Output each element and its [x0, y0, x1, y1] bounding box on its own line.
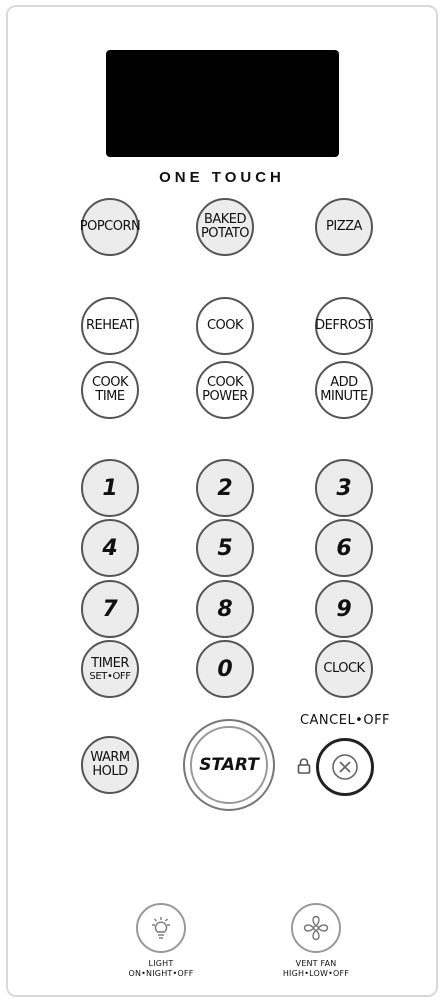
key-1[interactable]: 1	[81, 459, 139, 517]
defrost-button[interactable]: DEFROST	[315, 297, 373, 355]
vent-fan-label: VENT FAN HIGH•LOW•OFF	[282, 959, 350, 978]
reheat-button[interactable]: REHEAT	[81, 297, 139, 355]
key-0-label: 0	[217, 656, 233, 682]
fan-icon	[303, 915, 329, 941]
key-3[interactable]: 3	[315, 459, 373, 517]
key-0[interactable]: 0	[196, 640, 254, 698]
add-minute-button[interactable]: ADD MINUTE	[315, 361, 373, 419]
timer-button[interactable]: TIMER SET•OFF	[81, 640, 139, 698]
key-7[interactable]: 7	[81, 580, 139, 638]
key-9[interactable]: 9	[315, 580, 373, 638]
light-bulb-icon	[152, 917, 170, 939]
key-8-label: 8	[217, 596, 233, 622]
baked-potato-label: BAKED POTATO	[200, 212, 250, 241]
reheat-label: REHEAT	[85, 318, 135, 333]
warm-hold-label: WARM HOLD	[90, 750, 130, 779]
popcorn-label: POPCORN	[79, 219, 141, 234]
timer-label: TIMER	[91, 655, 129, 671]
baked-potato-button[interactable]: BAKED POTATO	[196, 198, 254, 256]
clock-label: CLOCK	[323, 661, 365, 676]
warm-hold-button[interactable]: WARM HOLD	[81, 736, 139, 794]
key-4-label: 4	[102, 535, 118, 561]
key-3-label: 3	[336, 475, 352, 501]
cook-button[interactable]: COOK	[196, 297, 254, 355]
popcorn-button[interactable]: POPCORN	[79, 198, 141, 256]
add-minute-label: ADD MINUTE	[320, 375, 368, 404]
defrost-label: DEFROST	[315, 318, 373, 333]
key-8[interactable]: 8	[196, 580, 254, 638]
timer-sub-label: SET•OFF	[89, 670, 131, 682]
pizza-button[interactable]: PIZZA	[315, 198, 373, 256]
start-button[interactable]: START	[183, 719, 275, 811]
cancel-off-button[interactable]	[316, 738, 374, 796]
light-label: LIGHT ON•NIGHT•OFF	[128, 959, 194, 978]
cancel-off-label: CANCEL•OFF	[299, 713, 391, 728]
light-button[interactable]	[136, 903, 186, 953]
key-5-label: 5	[217, 535, 233, 561]
vent-fan-button[interactable]	[291, 903, 341, 953]
cook-label: COOK	[206, 318, 244, 333]
key-6-label: 6	[336, 535, 352, 561]
clock-button[interactable]: CLOCK	[315, 640, 373, 698]
cook-power-label: COOK POWER	[202, 375, 248, 404]
key-6[interactable]: 6	[315, 519, 373, 577]
lock-icon	[297, 758, 311, 774]
cancel-x-icon	[332, 754, 358, 780]
display-screen	[106, 50, 339, 157]
cook-power-button[interactable]: COOK POWER	[196, 361, 254, 419]
key-5[interactable]: 5	[196, 519, 254, 577]
cook-time-label: COOK TIME	[91, 375, 129, 404]
key-2[interactable]: 2	[196, 459, 254, 517]
timer-label-wrap: TIMER SET•OFF	[89, 643, 131, 696]
key-2-label: 2	[217, 475, 233, 501]
key-7-label: 7	[102, 596, 118, 622]
key-9-label: 9	[336, 596, 352, 622]
key-1-label: 1	[102, 475, 118, 501]
pizza-label: PIZZA	[326, 219, 362, 234]
key-4[interactable]: 4	[81, 519, 139, 577]
start-label: START	[199, 755, 259, 775]
cook-time-button[interactable]: COOK TIME	[81, 361, 139, 419]
one-touch-heading: ONE TOUCH	[159, 169, 285, 186]
